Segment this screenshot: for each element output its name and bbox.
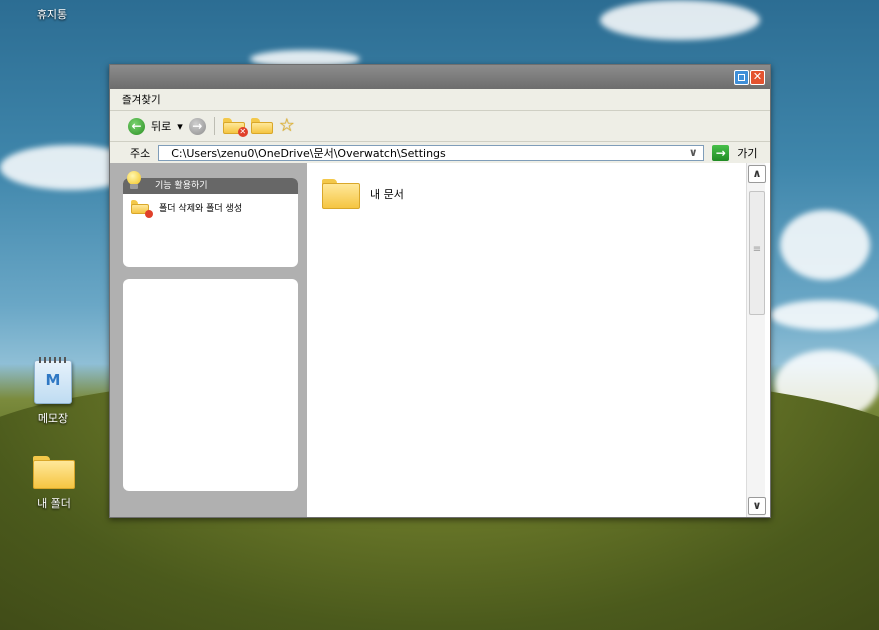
content-area: 기능 활용하기 폴더 삭제와 폴더 생성 내 문서 ∧ ≡ ∨	[110, 163, 770, 517]
details-panel	[123, 279, 298, 491]
address-bar: 주소 C:\Users\zenu0\OneDrive\문서\Overwatch\…	[110, 142, 770, 165]
folder-delete-icon	[131, 200, 153, 218]
back-arrow-icon[interactable]: ←	[128, 117, 145, 135]
recycle-bin-label: 휴지통	[36, 8, 68, 21]
tasks-panel: 기능 활용하기 폴더 삭제와 폴더 생성	[123, 171, 298, 267]
favorite-star-icon[interactable]: ☆	[279, 117, 295, 135]
cloud	[780, 210, 870, 280]
menu-bar: 즐겨찾기	[110, 89, 770, 111]
go-button-label[interactable]: 가기	[737, 145, 757, 161]
address-input[interactable]: C:\Users\zenu0\OneDrive\문서\Overwatch\Set…	[158, 145, 705, 161]
address-label: 주소	[130, 147, 151, 160]
my-folder-label: 내 폴더	[37, 497, 71, 510]
title-bar[interactable]: ✕	[110, 65, 770, 89]
vertical-scrollbar[interactable]: ∧ ∨	[746, 163, 766, 517]
new-folder-icon[interactable]	[250, 118, 273, 134]
back-dropdown-icon[interactable]: ▾	[177, 120, 183, 133]
folder-icon	[322, 179, 360, 209]
lightbulb-icon	[126, 171, 142, 191]
go-arrow-icon[interactable]: →	[712, 145, 730, 161]
desktop-icon-recycle-bin[interactable]: 휴지통	[17, 6, 87, 22]
toolbar: ← 뒤로 ▾ → ✕ ☆	[110, 111, 770, 142]
back-button-label[interactable]: 뒤로	[151, 118, 171, 134]
task-delete-create-folder[interactable]: 폴더 삭제와 폴더 생성	[123, 194, 298, 218]
scroll-up-icon[interactable]: ∧	[748, 165, 766, 183]
task-label: 폴더 삭제와 폴더 생성	[159, 203, 243, 214]
file-item-my-documents[interactable]: 내 문서	[322, 179, 404, 209]
delete-folder-icon[interactable]: ✕	[222, 118, 248, 137]
scroll-down-icon[interactable]: ∨	[748, 497, 766, 515]
desktop-icon-my-folder[interactable]: 내 폴더	[19, 456, 89, 511]
notepad-label: 메모장	[37, 412, 69, 425]
cloud	[770, 300, 879, 330]
explorer-window: ✕ 즐겨찾기 ← 뒤로 ▾ → ✕ ☆ 주소 C:\Users\zenu0\On…	[109, 64, 771, 518]
task-pane: 기능 활용하기 폴더 삭제와 폴더 생성	[110, 163, 307, 517]
close-button[interactable]: ✕	[750, 70, 765, 85]
toolbar-separator	[213, 117, 215, 135]
scrollbar-thumb[interactable]	[749, 191, 765, 315]
folder-icon	[33, 456, 75, 489]
file-list: 내 문서 ∧ ∨	[307, 163, 770, 517]
maximize-button[interactable]	[734, 70, 749, 85]
tasks-panel-title: 기능 활용하기	[123, 178, 298, 194]
desktop-icon-notepad[interactable]: M 메모장	[18, 357, 88, 426]
address-path: C:\Users\zenu0\OneDrive\문서\Overwatch\Set…	[171, 147, 446, 160]
forward-arrow-icon[interactable]: →	[188, 117, 206, 135]
cloud	[600, 0, 760, 40]
menu-favorites[interactable]: 즐겨찾기	[122, 92, 161, 107]
file-item-label: 내 문서	[370, 188, 404, 201]
notepad-icon: M	[34, 357, 72, 404]
chevron-down-icon[interactable]: ∨	[684, 146, 702, 160]
